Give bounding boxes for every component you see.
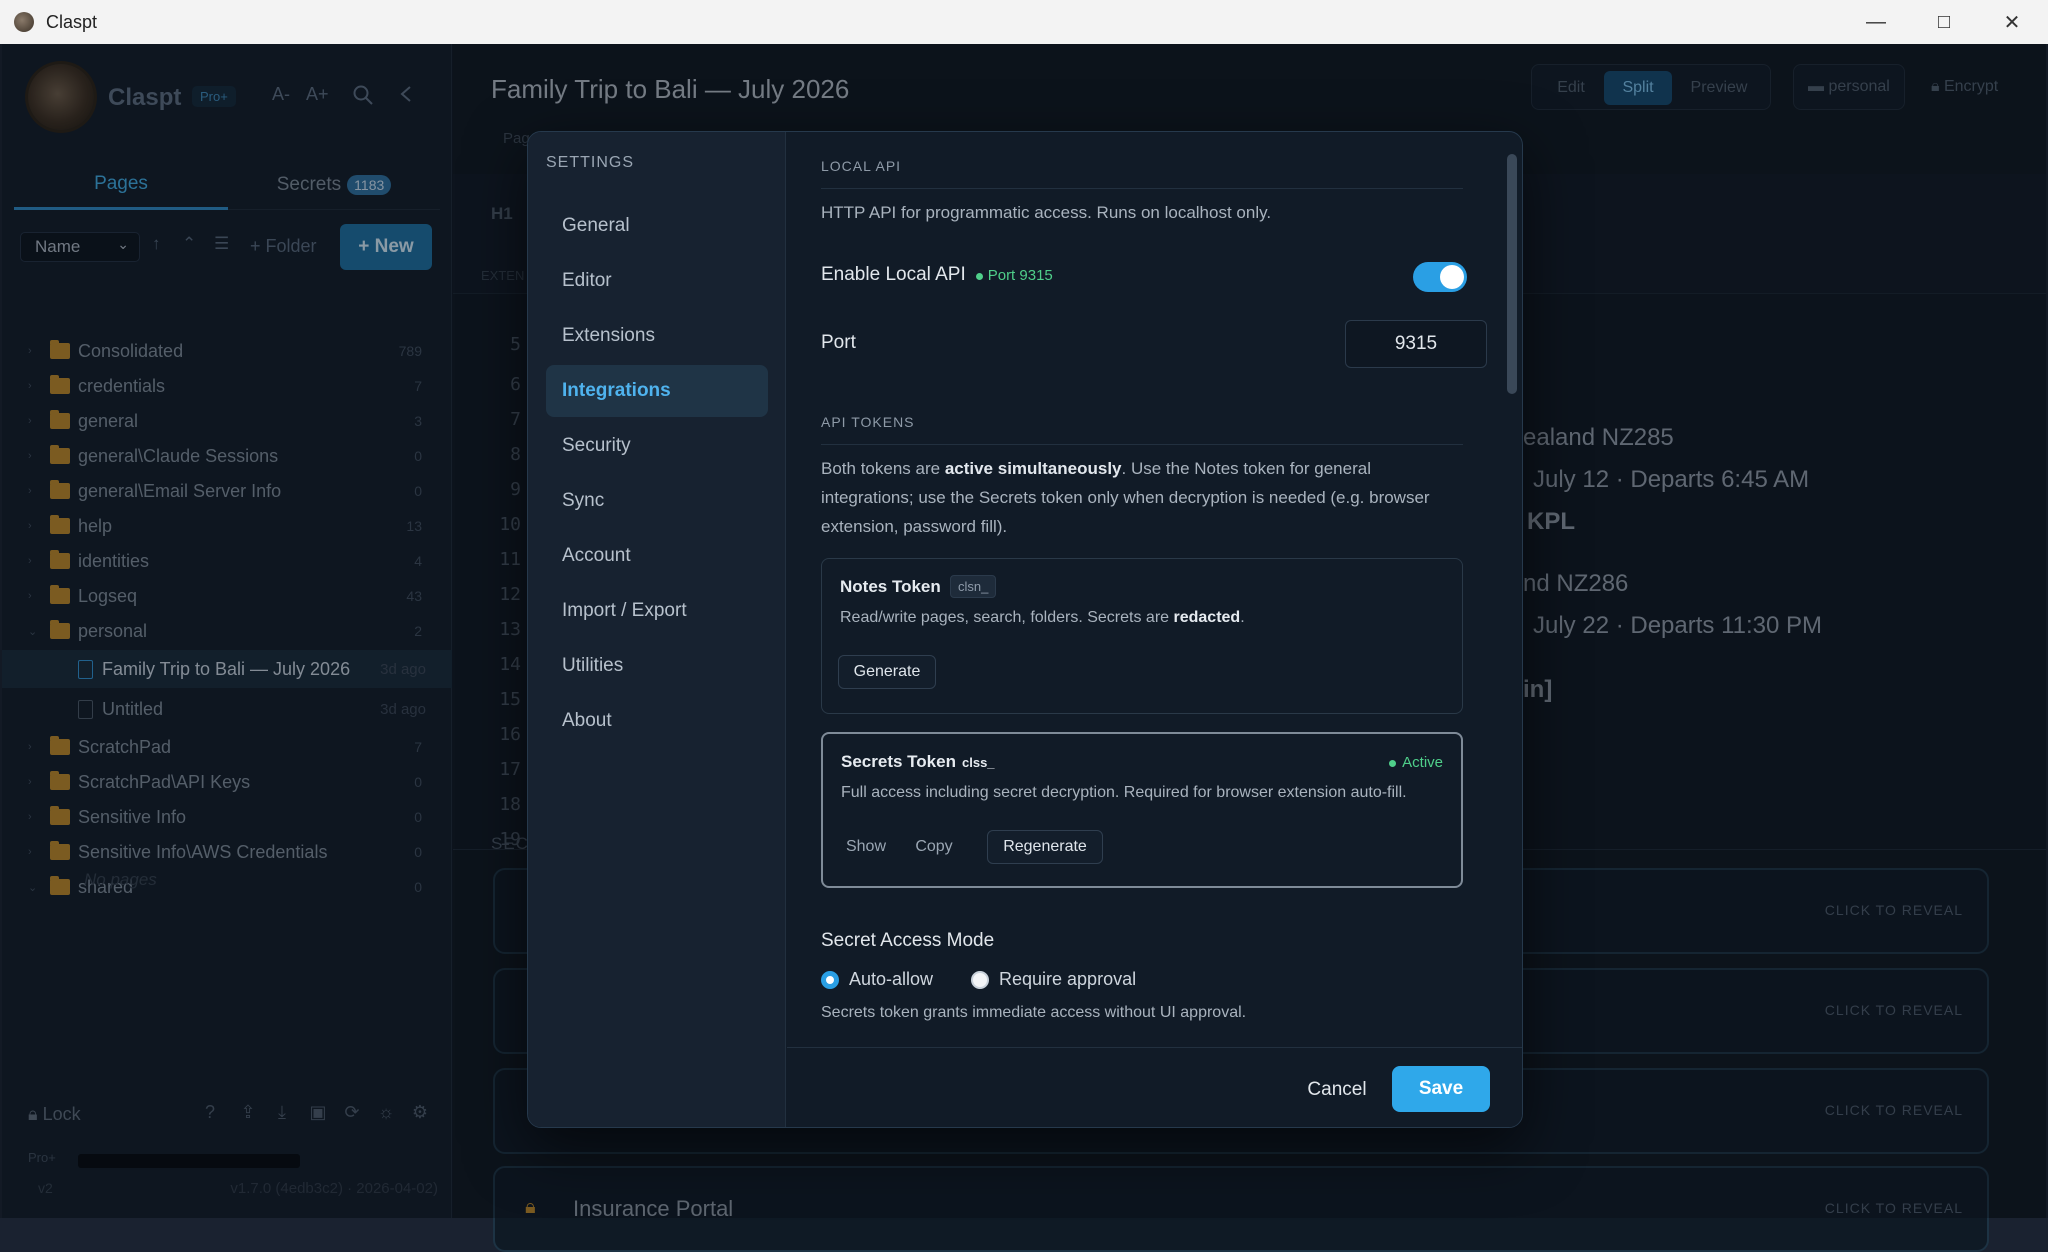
secrets-token-card: Secrets Token clss_ Active Full access i… (821, 732, 1463, 888)
notes-token-card: Notes Token clsn_ Read/write pages, sear… (821, 558, 1463, 714)
radio-label: Auto-allow (849, 969, 934, 989)
regenerate-token-button[interactable]: Regenerate (987, 830, 1103, 864)
settings-nav: SETTINGS General Editor Extensions Integ… (528, 132, 786, 1127)
settings-nav-editor[interactable]: Editor (546, 255, 768, 307)
desc-text: . (1240, 609, 1245, 626)
settings-footer: Cancel Save (787, 1047, 1522, 1127)
section-title: LOCAL API (821, 158, 902, 174)
enable-local-api-toggle[interactable] (1413, 262, 1467, 292)
minimize-icon[interactable]: — (1842, 0, 1910, 44)
toggle-knob (1440, 265, 1464, 289)
settings-nav-integrations[interactable]: Integrations (546, 365, 768, 417)
settings-nav-general[interactable]: General (546, 200, 768, 252)
port-label: Port (821, 332, 856, 353)
access-mode-hint: Secrets token grants immediate access wi… (821, 1004, 1247, 1021)
close-icon[interactable]: ✕ (1978, 0, 2046, 44)
desc-text: Both tokens are (821, 459, 945, 478)
require-approval-radio[interactable] (971, 971, 989, 989)
settings-nav-security[interactable]: Security (546, 420, 768, 472)
status-dot (975, 272, 983, 280)
token-prefix: clss_ (962, 755, 995, 770)
settings-nav-sync[interactable]: Sync (546, 475, 768, 527)
enable-local-api-label: Enable Local API (821, 264, 966, 285)
token-status-badge: Active (1389, 754, 1443, 771)
section-title: API TOKENS (821, 414, 915, 430)
token-name: Secrets Token (841, 752, 956, 771)
token-description: Read/write pages, search, folders. Secre… (840, 609, 1245, 627)
settings-header: SETTINGS (546, 154, 635, 171)
settings-content: LOCAL API HTTP API for programmatic acce… (787, 132, 1522, 1047)
desc-text: Read/write pages, search, folders. Secre… (840, 609, 1174, 626)
generate-notes-token-button[interactable]: Generate (838, 655, 936, 689)
port-input[interactable]: 9315 (1345, 320, 1487, 368)
settings-nav-account[interactable]: Account (546, 530, 768, 582)
settings-dialog: SETTINGS General Editor Extensions Integ… (527, 131, 1523, 1128)
copy-token-button[interactable]: Copy (905, 830, 963, 864)
status-text: Active (1402, 754, 1443, 771)
settings-nav-utilities[interactable]: Utilities (546, 640, 768, 692)
local-api-description: HTTP API for programmatic access. Runs o… (821, 203, 1272, 222)
token-description: Full access including secret decryption.… (841, 784, 1407, 801)
settings-nav-extensions[interactable]: Extensions (546, 310, 768, 362)
divider (821, 444, 1463, 445)
settings-scrollbar[interactable] (1507, 154, 1517, 1034)
status-dot (1389, 759, 1397, 767)
window-titlebar: Claspt — □ ✕ (0, 0, 2048, 44)
maximize-icon[interactable]: □ (1910, 0, 1978, 44)
divider (821, 188, 1463, 189)
desc-emphasis: redacted (1173, 609, 1241, 626)
save-button[interactable]: Save (1392, 1066, 1490, 1112)
scrollbar-thumb[interactable] (1507, 154, 1517, 394)
window-title: Claspt (46, 11, 98, 32)
enable-local-api-row: Enable Local API Port 9315 (821, 264, 1053, 286)
token-name: Notes Token (840, 577, 941, 596)
secret-access-mode-title: Secret Access Mode (821, 930, 995, 951)
settings-nav-import-export[interactable]: Import / Export (546, 585, 768, 637)
show-token-button[interactable]: Show (837, 830, 895, 864)
settings-nav-about[interactable]: About (546, 695, 768, 747)
port-status-pill: Port 9315 (975, 267, 1053, 284)
app-icon (14, 12, 34, 32)
radio-label: Require approval (999, 969, 1137, 989)
tokens-description: Both tokens are active simultaneously. U… (821, 454, 1463, 541)
auto-allow-radio[interactable] (821, 971, 839, 989)
cancel-button[interactable]: Cancel (1297, 1068, 1377, 1112)
token-prefix: clsn_ (950, 575, 997, 598)
desc-emphasis: active simultaneously (944, 459, 1122, 478)
port-status-text: Port 9315 (987, 267, 1053, 284)
